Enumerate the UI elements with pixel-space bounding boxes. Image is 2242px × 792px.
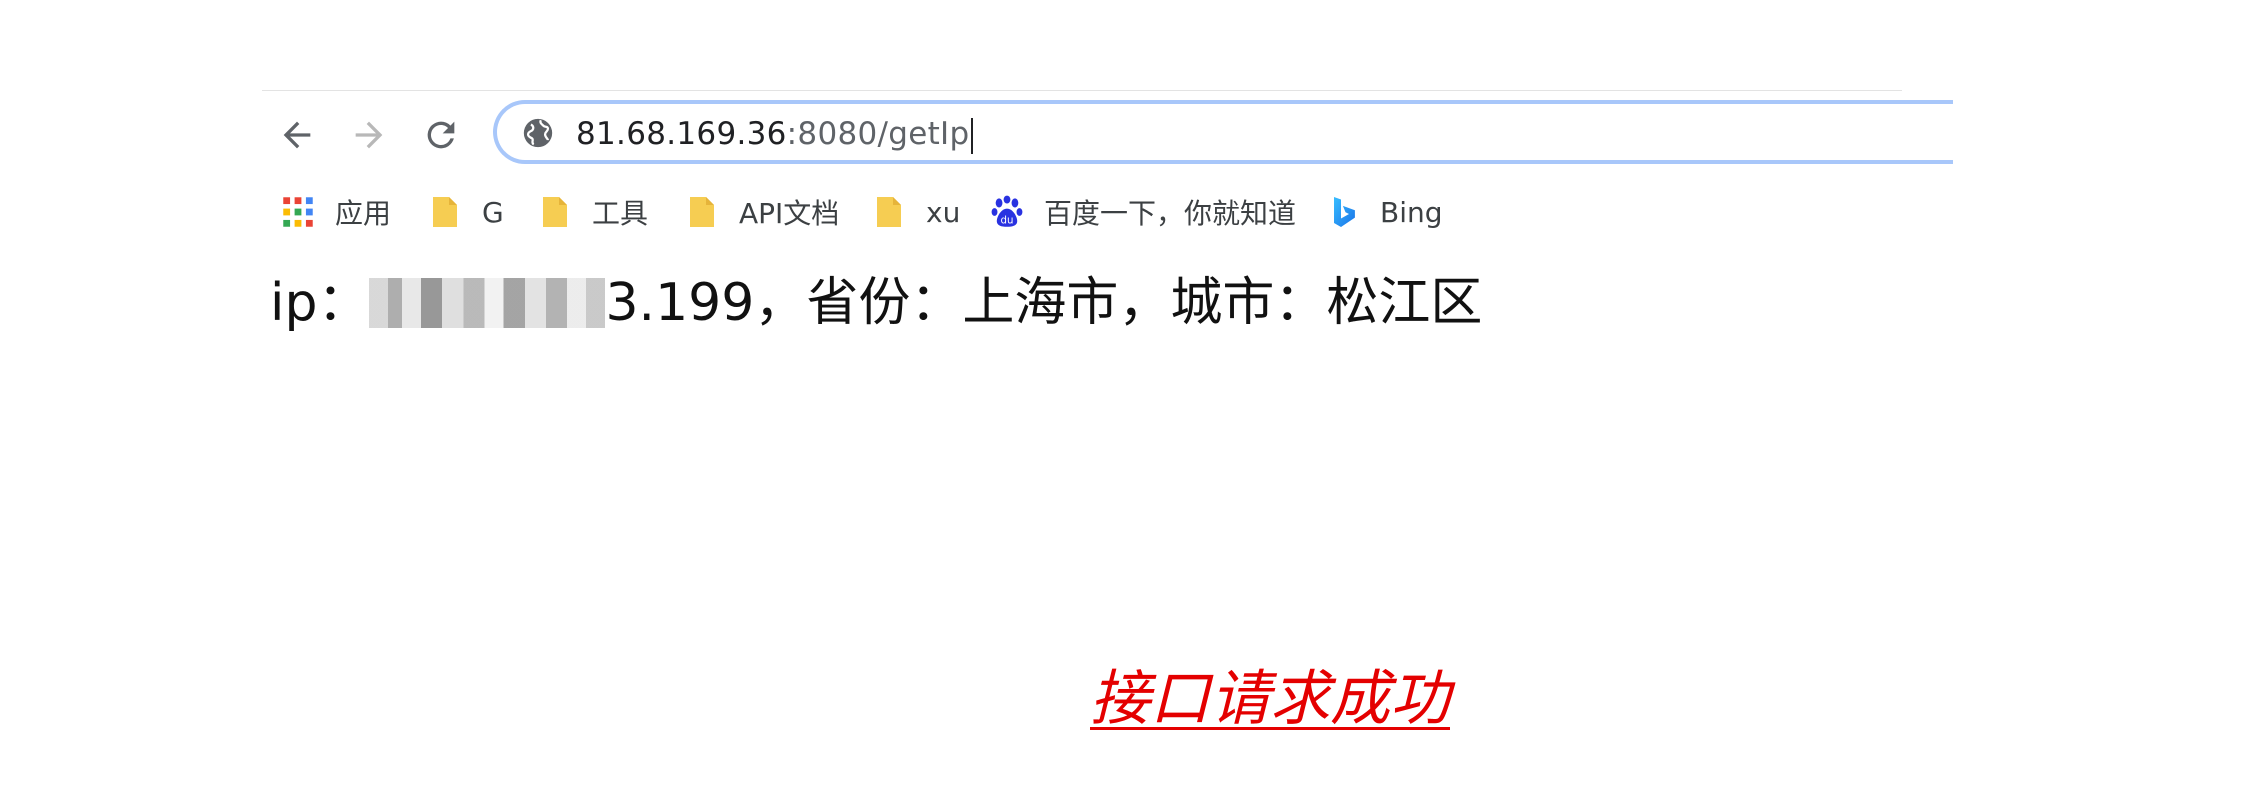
address-bar[interactable]: 81.68.169.36:8080/getIp — [493, 100, 1953, 164]
baidu-paw-icon: du — [991, 195, 1023, 227]
svg-text:du: du — [1001, 215, 1014, 226]
bookmark-bing[interactable]: Bing — [1326, 186, 1443, 238]
url-host: 81.68.169.36 — [576, 116, 787, 152]
redacted-ip-block — [369, 278, 606, 328]
bookmark-label: G — [482, 195, 504, 229]
folder-icon — [433, 197, 457, 227]
bookmark-folder-api-docs[interactable]: API文档 — [685, 186, 839, 238]
apps-grid-icon — [283, 197, 313, 227]
bookmark-baidu[interactable]: du 百度一下，你就知道 — [990, 186, 1296, 238]
bookmark-folder-g[interactable]: G — [428, 186, 504, 238]
reload-button[interactable] — [411, 105, 471, 165]
ip-info-text: ip： 3.199，省份：上海市，城市：松江区 — [270, 268, 1482, 338]
folder-icon — [690, 197, 714, 227]
arrow-left-icon — [283, 121, 311, 149]
back-button[interactable] — [267, 105, 327, 165]
bookmark-label: 百度一下，你就知道 — [1044, 197, 1297, 230]
bing-icon — [1334, 197, 1355, 227]
bookmark-label: xu — [926, 195, 961, 229]
browser-chrome: 81.68.169.36:8080/getIp 应用 G 工具 API文档 xu — [262, 88, 1953, 252]
forward-button[interactable] — [339, 105, 399, 165]
bookmark-apps[interactable]: 应用 — [281, 186, 391, 238]
arrow-right-icon — [355, 121, 383, 149]
ip-label: ip： — [270, 273, 370, 333]
success-message: 接口请求成功 — [1090, 664, 1450, 734]
bookmark-label: 应用 — [335, 197, 392, 230]
bookmark-folder-tools[interactable]: 工具 — [538, 186, 648, 238]
bookmark-label: Bing — [1380, 195, 1443, 229]
globe-icon — [523, 118, 553, 148]
text-cursor — [971, 117, 974, 154]
reload-icon — [427, 121, 455, 149]
bookmark-folder-xu[interactable]: xu — [872, 186, 960, 238]
toolbar-divider — [262, 90, 1902, 91]
ip-location-text: 3.199，省份：上海市，城市：松江区 — [605, 273, 1483, 333]
url-path: :8080/getIp — [786, 116, 970, 152]
folder-icon — [543, 197, 567, 227]
bookmark-label: API文档 — [739, 197, 840, 230]
folder-icon — [877, 197, 901, 227]
bookmark-label: 工具 — [592, 197, 649, 230]
bookmarks-bar: 应用 G 工具 API文档 xu du 百度一下，你就知道 Bing — [262, 186, 1902, 238]
url-text[interactable]: 81.68.169.36:8080/getIp — [576, 111, 974, 157]
